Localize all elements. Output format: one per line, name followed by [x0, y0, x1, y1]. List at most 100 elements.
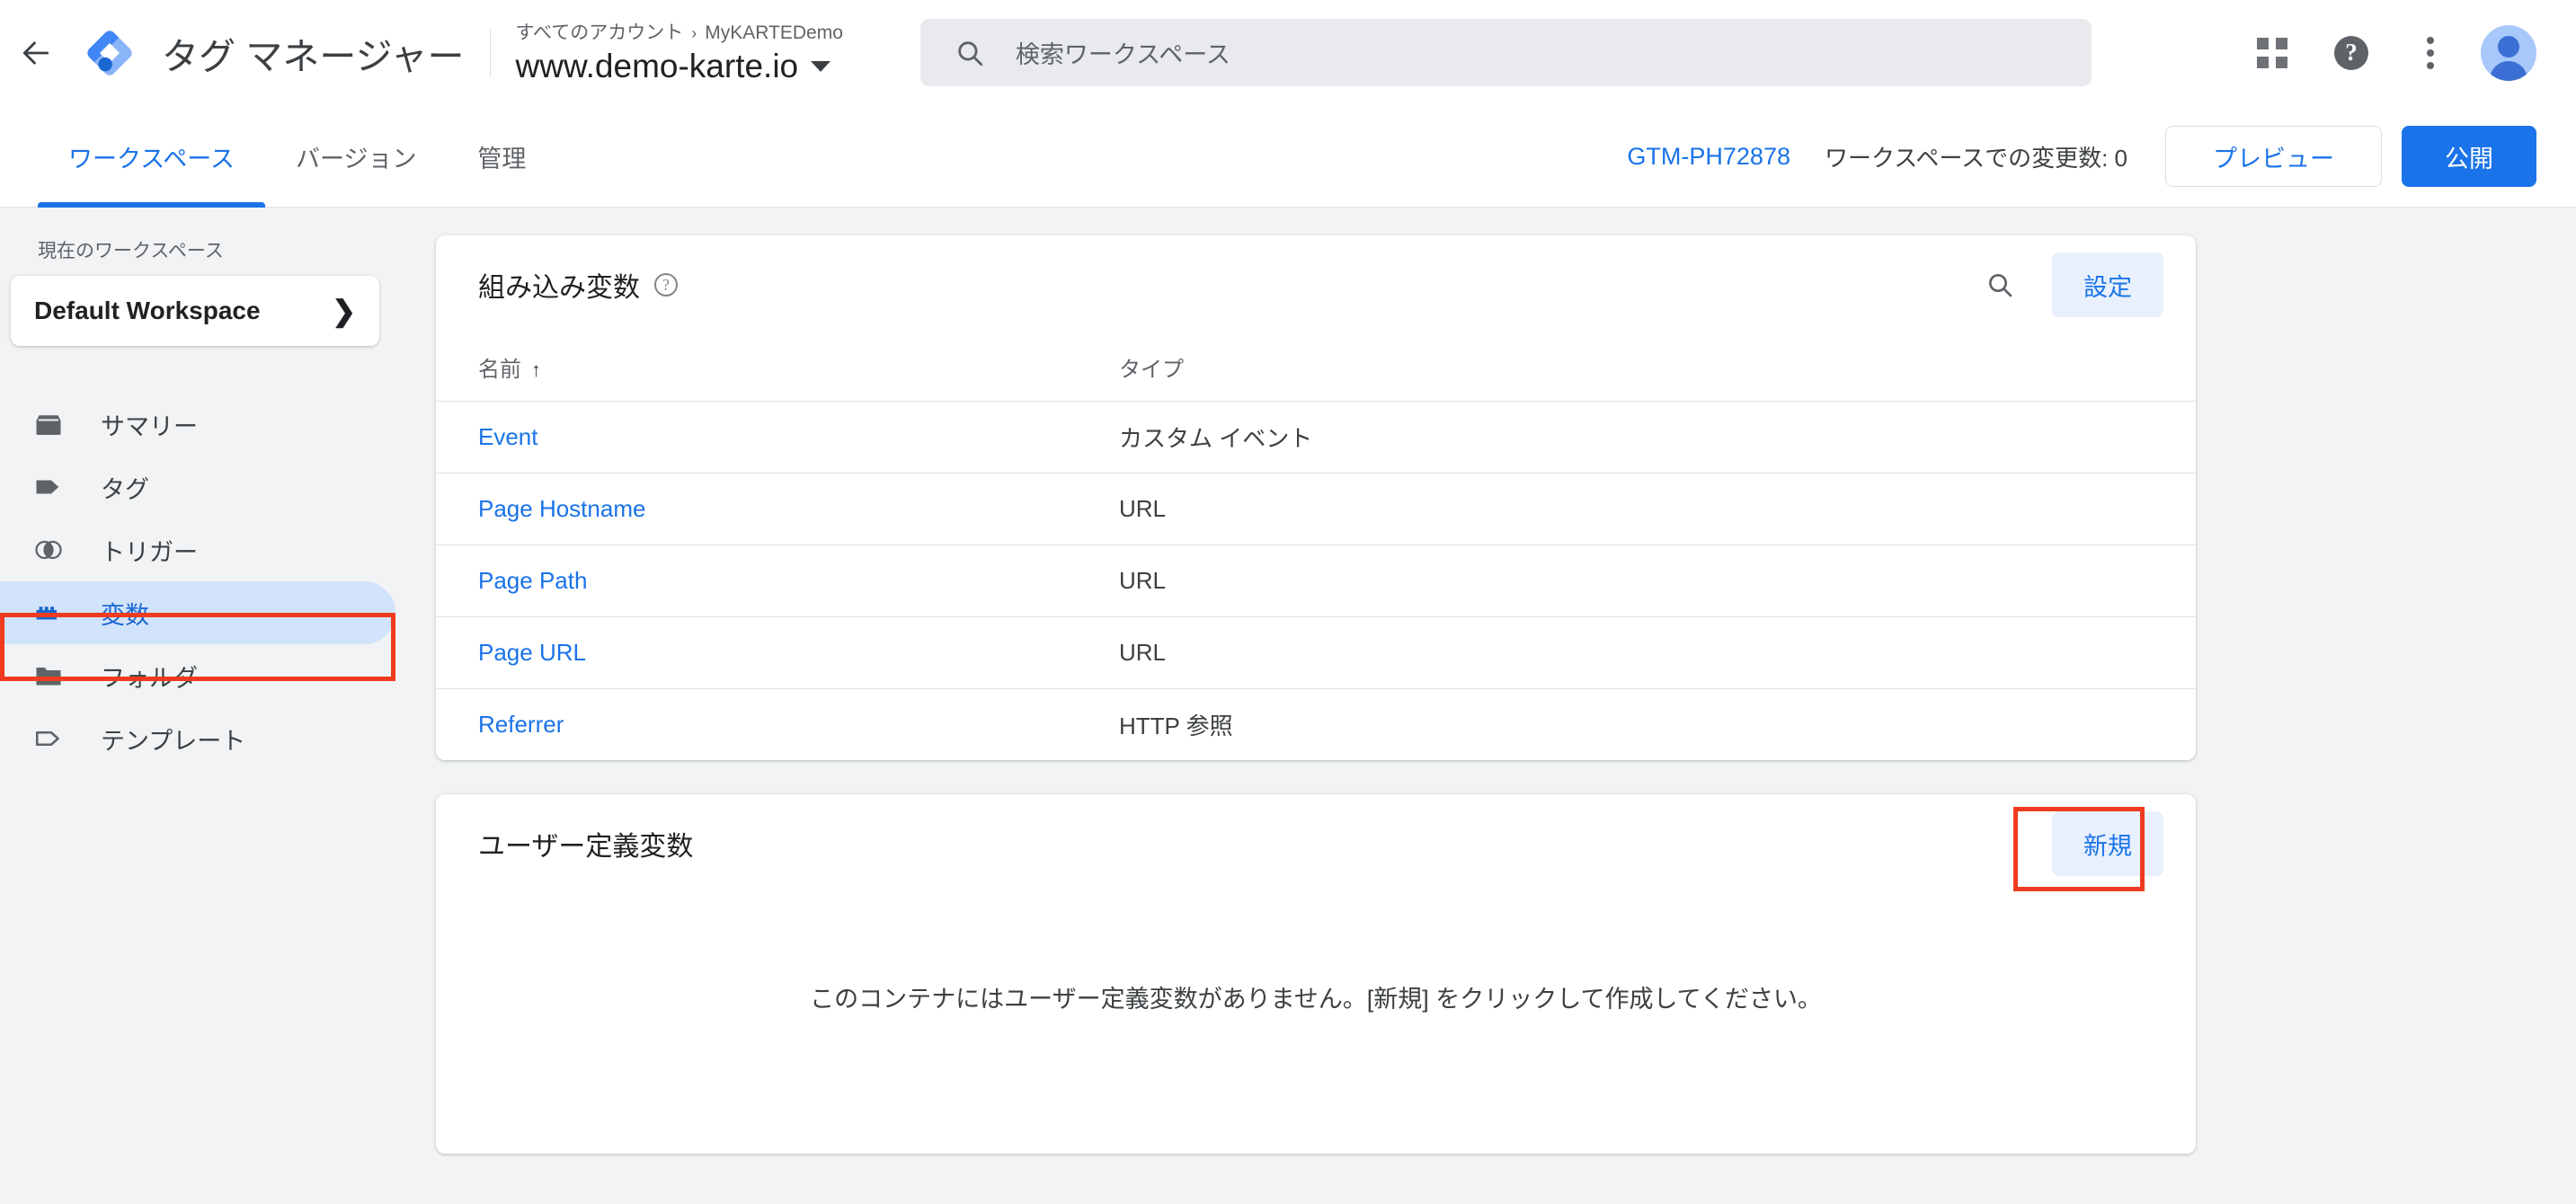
userdef-card-actions: 新規 [2032, 811, 2163, 876]
column-header-type[interactable]: タイプ [1119, 334, 2196, 401]
product-title: タグ マネージャー [162, 35, 465, 77]
chevron-right-icon: ❯ [332, 295, 356, 327]
trigger-circles-icon [32, 534, 79, 566]
help-glyph: ? [2334, 35, 2368, 70]
variable-name-cell: Page Path [436, 544, 1119, 616]
sidebar-item-label: サマリー [101, 412, 198, 440]
chevron-down-icon[interactable] [811, 60, 831, 72]
container-name-row[interactable]: www.demo-karte.io [516, 48, 843, 85]
user-defined-variables-card: ユーザー定義変数 新規 このコンテナにはユーザー定義変数がありません。[新規] … [436, 794, 2196, 1154]
container-selector[interactable]: すべてのアカウント › MyKARTEDemo www.demo-karte.io [516, 13, 843, 93]
sidebar-item-label: テンプレート [101, 727, 246, 755]
tag-manager-logo [79, 22, 140, 84]
variable-name-cell: Event [436, 400, 1119, 473]
main-content: 組み込み変数 ? 設定 名前 ↑ タイプ Event カスタム イベント Pag… [395, 208, 2576, 1204]
folder-icon [32, 660, 79, 692]
back-arrow-icon[interactable] [11, 36, 61, 70]
table-row[interactable]: Referrer HTTP 参照 [436, 687, 2196, 760]
sort-ascending-icon: ↑ [531, 359, 541, 382]
tab-bar-actions: GTM-PH72878 ワークスペースでの変更数: 0 プレビュー 公開 [1627, 105, 2576, 208]
workspace-changes-count: ワークスペースでの変更数: 0 [1824, 144, 2127, 172]
builtin-variables-card: 組み込み変数 ? 設定 名前 ↑ タイプ Event カスタム イベント Pag… [436, 235, 2196, 760]
variable-type-cell: URL [1119, 615, 2196, 688]
sidebar-item-label: タグ [101, 475, 149, 503]
variable-link[interactable]: Page URL [478, 639, 586, 666]
search-icon [955, 38, 985, 68]
summary-box-icon [32, 408, 79, 440]
gtm-container-id[interactable]: GTM-PH72878 [1627, 143, 1790, 171]
sidebar-item-label: フォルダ [101, 664, 198, 692]
avatar-body [2490, 60, 2527, 81]
sidebar: 現在のワークスペース Default Workspace ❯ サマリー タグ ト… [0, 208, 395, 1204]
more-vert-icon[interactable] [2391, 13, 2470, 93]
search-placeholder-text: 検索ワークスペース [1015, 41, 1230, 68]
table-header: 名前 ↑ タイプ [436, 334, 2196, 401]
avatar[interactable] [2481, 24, 2536, 81]
sidebar-item-triggers[interactable]: トリガー [0, 518, 395, 581]
search-icon[interactable] [1968, 252, 2032, 317]
sidebar-item-variables[interactable]: 変数 [0, 581, 395, 644]
breadcrumb-container[interactable]: MyKARTEDemo [705, 22, 843, 43]
sidebar-item-folders[interactable]: フォルダ [0, 644, 395, 707]
new-variable-button[interactable]: 新規 [2052, 811, 2163, 876]
avatar-head [2498, 35, 2519, 58]
help-icon[interactable]: ? [654, 273, 678, 297]
search-input[interactable]: 検索ワークスペース [919, 19, 2092, 86]
table-row[interactable]: Page Path URL [436, 544, 2196, 616]
breadcrumb-account[interactable]: すべてのアカウント [516, 22, 684, 43]
current-workspace-label: 現在のワークスペース [38, 241, 224, 261]
table-row[interactable]: Event カスタム イベント [436, 400, 2196, 473]
container-name: www.demo-karte.io [515, 47, 799, 84]
workspace-name: Default Workspace [34, 297, 261, 324]
variable-link[interactable]: Page Hostname [478, 495, 645, 522]
configure-button[interactable]: 設定 [2052, 252, 2163, 317]
table-body: Event カスタム イベント Page Hostname URL Page P… [436, 400, 2196, 760]
page-title: 組み込み変数 [478, 273, 640, 303]
variable-name-cell: Page URL [436, 615, 1119, 688]
title-divider [489, 28, 491, 77]
tab-bar: ワークスペース バージョン 管理 GTM-PH72878 ワークスペースでの変更… [0, 105, 2576, 208]
sidebar-item-tags[interactable]: タグ [0, 456, 395, 518]
table-row[interactable]: Page URL URL [436, 615, 2196, 688]
variable-link[interactable]: Event [478, 423, 538, 450]
table-header-row: 名前 ↑ タイプ [436, 334, 2196, 401]
topbar-actions: ? [2233, 0, 2576, 105]
builtin-card-header: 組み込み変数 ? 設定 [436, 235, 2196, 334]
variable-name-cell: Page Hostname [436, 472, 1119, 544]
column-header-name-label: 名前 [478, 358, 521, 383]
userdef-card-header: ユーザー定義変数 新規 [436, 794, 2196, 893]
variable-type-cell: HTTP 参照 [1119, 687, 2196, 760]
builtin-variables-table: 名前 ↑ タイプ Event カスタム イベント Page Hostname UR… [436, 334, 2196, 760]
variable-name-cell: Referrer [436, 687, 1119, 760]
table-row[interactable]: Page Hostname URL [436, 472, 2196, 544]
sidebar-item-summary[interactable]: サマリー [0, 393, 395, 456]
template-outline-icon [32, 722, 79, 755]
empty-state-message: このコンテナにはユーザー定義変数がありません。[新規] をクリックして作成してく… [810, 985, 1822, 1013]
sidebar-item-label: 変数 [101, 601, 149, 629]
sidebar-item-label: トリガー [101, 538, 198, 566]
top-app-bar: タグ マネージャー すべてのアカウント › MyKARTEDemo www.demo… [0, 0, 2576, 105]
tab-versions[interactable]: バージョン [265, 105, 447, 208]
workspace-selector-card[interactable]: Default Workspace ❯ [11, 276, 379, 346]
variable-blocks-icon [32, 597, 79, 629]
variable-link[interactable]: Referrer [478, 711, 564, 738]
variable-link[interactable]: Page Path [478, 567, 587, 594]
tab-list: ワークスペース バージョン 管理 [38, 105, 556, 208]
breadcrumb: すべてのアカウント › MyKARTEDemo [516, 21, 843, 46]
tag-icon [32, 471, 79, 503]
help-icon[interactable]: ? [2312, 13, 2391, 93]
tab-workspace[interactable]: ワークスペース [38, 105, 265, 208]
preview-button[interactable]: プレビュー [2165, 126, 2382, 187]
section-title: ユーザー定義変数 [478, 832, 694, 862]
apps-grid-icon[interactable] [2233, 13, 2312, 93]
builtin-card-actions: 設定 [1968, 252, 2163, 317]
variable-type-cell: URL [1119, 472, 2196, 544]
variable-type-cell: カスタム イベント [1119, 400, 2196, 473]
breadcrumb-separator: › [691, 23, 697, 42]
sidebar-item-templates[interactable]: テンプレート [0, 707, 395, 770]
sidebar-nav: サマリー タグ トリガー 変数 フォルダ テンプレート [0, 393, 395, 770]
publish-button[interactable]: 公開 [2402, 126, 2536, 187]
column-header-name[interactable]: 名前 ↑ [436, 334, 1119, 401]
tab-admin[interactable]: 管理 [447, 105, 556, 208]
variable-type-cell: URL [1119, 544, 2196, 616]
